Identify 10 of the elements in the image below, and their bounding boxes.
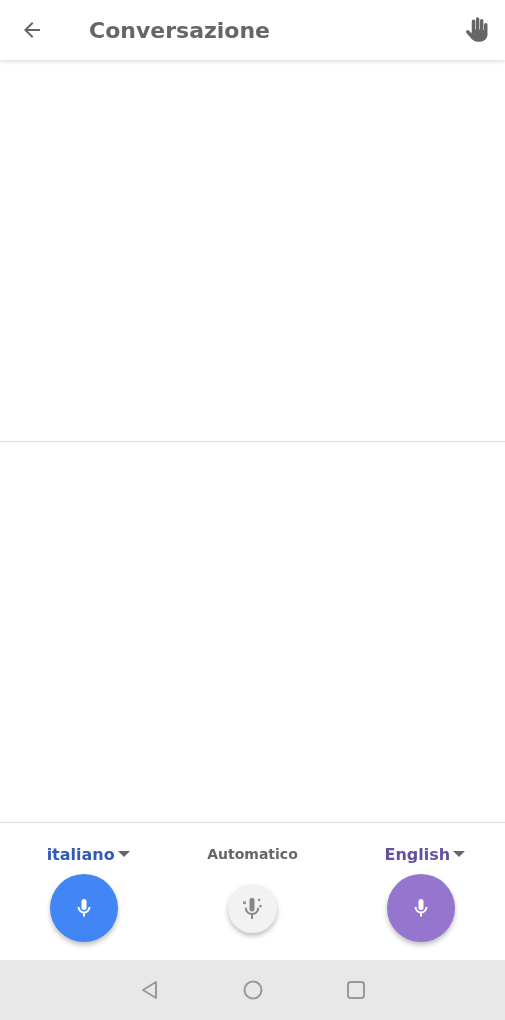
- language-dropdown[interactable]: English: [376, 843, 466, 865]
- screen-title: Conversazione: [89, 17, 272, 43]
- language-dropdown[interactable]: italiano: [38, 843, 130, 865]
- home-circle-icon[interactable]: [241, 979, 264, 1001]
- automatic-label: Automatico: [207, 845, 298, 864]
- mic-button[interactable]: [50, 874, 119, 942]
- hand-icon[interactable]: [463, 16, 491, 44]
- mic-button[interactable]: [386, 874, 455, 942]
- auto-mic-button[interactable]: [228, 884, 277, 933]
- recents-square-icon[interactable]: [344, 979, 367, 1001]
